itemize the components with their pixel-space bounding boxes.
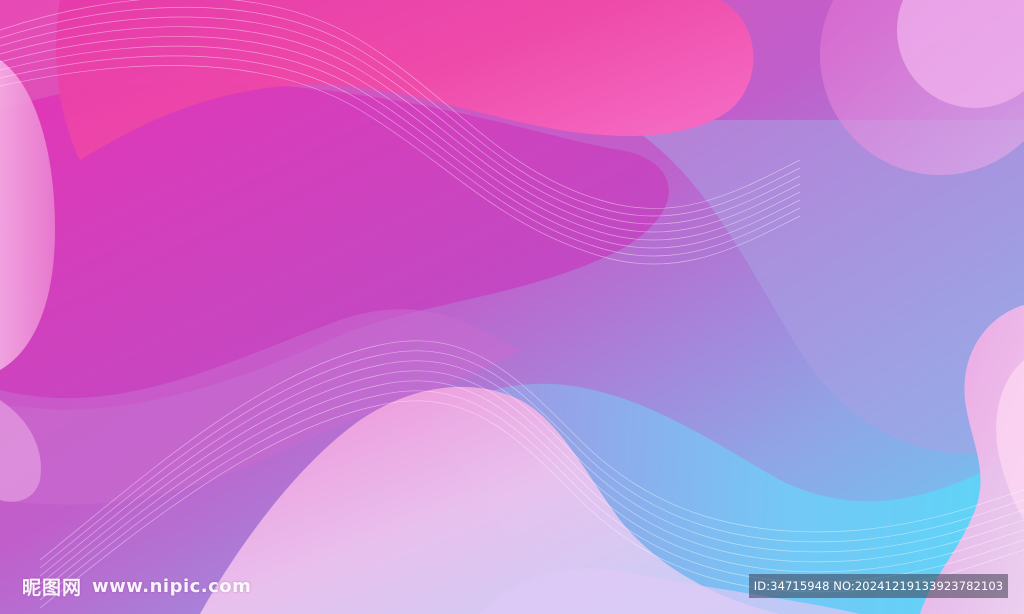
abstract-background: 昵图网 www.nipic.com ID:34715948 NO:2024121…	[0, 0, 1024, 614]
watermark-site-url: www.nipic.com	[92, 575, 252, 597]
watermark-site-name: 昵图网	[22, 576, 83, 599]
gradient-waves-artwork	[0, 0, 1024, 614]
watermark-logo: 昵图网 www.nipic.com	[22, 571, 251, 601]
image-id-badge: ID:34715948 NO:20241219133923782103	[749, 574, 1008, 598]
